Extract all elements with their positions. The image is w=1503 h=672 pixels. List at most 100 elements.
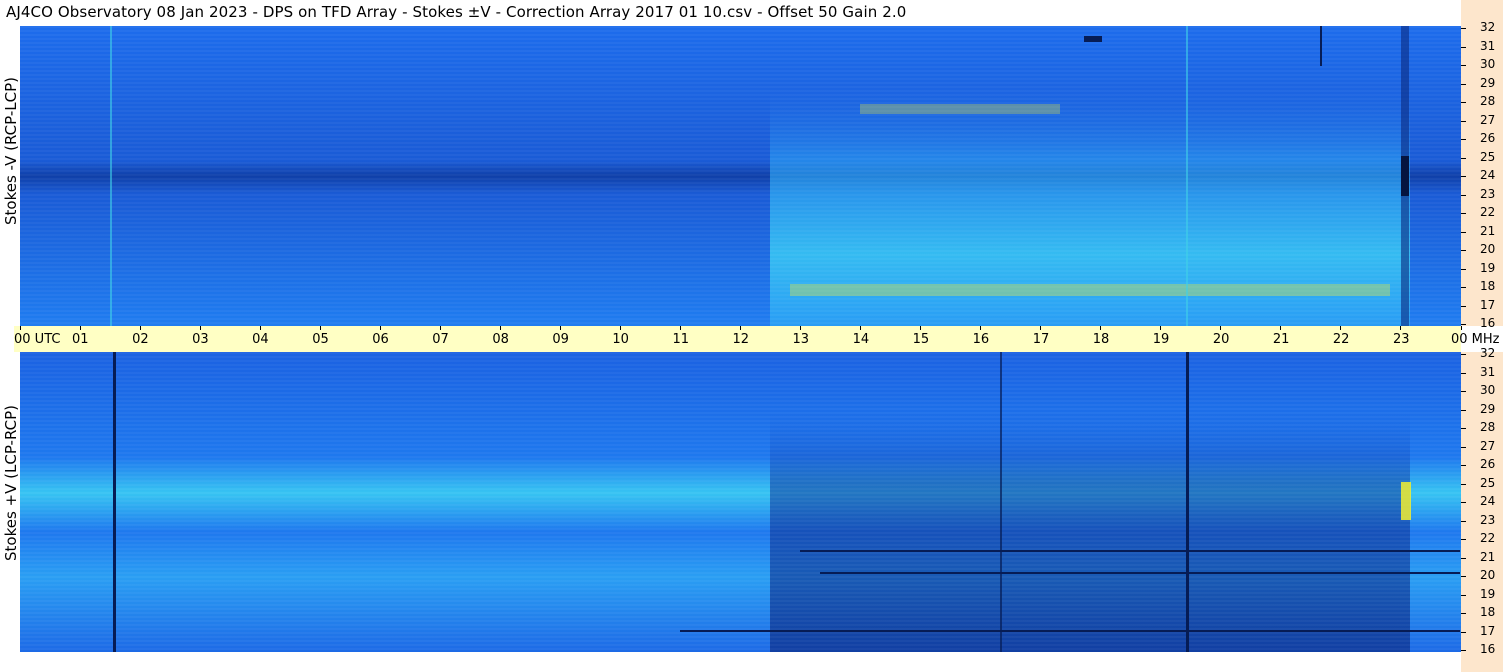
frequency-axis-tick — [1461, 483, 1466, 485]
frequency-axis-label: 25 — [1480, 475, 1496, 490]
frequency-axis-label: 32 — [1480, 20, 1496, 34]
frequency-axis-tick — [1461, 631, 1466, 633]
frequency-axis-label: 19 — [1480, 260, 1496, 275]
time-axis-label: 21 — [1272, 332, 1290, 347]
time-axis-tick — [1340, 326, 1342, 330]
spectrogram-top-panel — [20, 26, 1461, 326]
spectrogram-bottom-panel — [20, 352, 1461, 652]
frequency-axis-label: 16 — [1480, 316, 1496, 330]
frequency-axis-tick — [1461, 557, 1466, 559]
frequency-axis-tick — [1461, 268, 1466, 270]
frequency-axis-label: 21 — [1480, 223, 1496, 238]
frequency-axis-label: 31 — [1480, 364, 1496, 379]
time-axis-label: 22 — [1332, 332, 1350, 347]
frequency-axis-tick — [1461, 231, 1466, 233]
time-axis-label: 00 UTC — [14, 332, 61, 347]
frequency-axis-label: 16 — [1480, 642, 1496, 656]
time-axis-label: 01 — [72, 332, 89, 347]
frequency-axis-label: 26 — [1480, 457, 1496, 471]
time-axis-label: 04 — [252, 332, 269, 347]
time-axis-label: 23 — [1392, 332, 1410, 347]
frequency-axis-tick — [1461, 305, 1466, 307]
frequency-axis-tick — [1461, 46, 1466, 48]
frequency-axis-label: 23 — [1480, 186, 1496, 201]
frequency-axis-tick — [1461, 120, 1466, 122]
spectrogram-top-svg — [20, 26, 1461, 326]
frequency-axis-label: 24 — [1480, 168, 1496, 182]
top-panel-y-label: Stokes -V (RCP-LCP) — [2, 77, 20, 225]
frequency-axis-label: 19 — [1480, 586, 1496, 601]
time-axis-tick — [619, 326, 621, 330]
frequency-axis-tick — [1461, 324, 1466, 325]
time-axis-tick — [1400, 326, 1402, 330]
frequency-axis-label: 29 — [1480, 75, 1496, 90]
time-axis-label: 13 — [792, 332, 810, 347]
time-axis-label: 15 — [912, 332, 930, 347]
time-axis-label: 00 MHz — [1451, 332, 1500, 347]
frequency-axis-label: 32 — [1480, 346, 1496, 360]
time-axis-label: 20 — [1212, 332, 1230, 347]
time-axis-tick — [980, 326, 982, 330]
time-axis-label: 08 — [492, 332, 509, 347]
frequency-axis-label: 27 — [1480, 438, 1496, 453]
time-axis-tick — [259, 326, 261, 330]
time-axis-label: 07 — [432, 332, 449, 347]
time-axis-label: 06 — [372, 332, 389, 347]
frequency-axis-tick — [1461, 287, 1466, 288]
frequency-axis-label: 18 — [1480, 279, 1496, 293]
time-axis-tick — [139, 326, 141, 330]
frequency-axis-tick — [1461, 65, 1466, 66]
time-axis-label: 11 — [672, 332, 689, 347]
time-axis-label: 19 — [1152, 332, 1170, 347]
frequency-axis-label: 28 — [1480, 94, 1496, 108]
time-axis-tick — [1460, 326, 1462, 330]
frequency-axis-tick — [1461, 139, 1466, 140]
time-axis-tick — [1040, 326, 1042, 330]
frequency-axis-label: 22 — [1480, 531, 1496, 545]
frequency-axis-tick — [1461, 502, 1466, 503]
frequency-axis-tick — [1461, 650, 1466, 651]
frequency-axis-tick — [1461, 157, 1466, 159]
frequency-axis-label: 25 — [1480, 149, 1496, 164]
frequency-axis-tick — [1461, 409, 1466, 411]
bottom-panel-y-label: Stokes +V (LCP-RCP) — [2, 405, 20, 561]
frequency-axis-tick — [1461, 613, 1466, 614]
frequency-axis-tick — [1461, 102, 1466, 103]
frequency-axis-tick — [1461, 576, 1466, 577]
frequency-axis-label: 22 — [1480, 205, 1496, 219]
frequency-axis-bottom: 32 31 30 29 28 27 26 25 24 23 22 21 20 19 18 17 16 — [1461, 346, 1503, 672]
frequency-axis-tick — [1461, 539, 1466, 540]
time-axis-tick — [740, 326, 741, 330]
frequency-axis-tick — [1461, 446, 1466, 448]
frequency-axis-label: 26 — [1480, 131, 1496, 145]
frequency-axis-label: 20 — [1480, 568, 1496, 582]
frequency-axis-tick — [1461, 520, 1466, 522]
frequency-axis-label: 21 — [1480, 549, 1496, 564]
time-axis-tick — [379, 326, 381, 330]
time-axis-tick — [79, 326, 81, 330]
frequency-axis-tick — [1461, 28, 1466, 29]
time-axis-label: 10 — [612, 332, 629, 347]
frequency-axis-label: 20 — [1480, 242, 1496, 256]
frequency-axis-label: 17 — [1480, 297, 1496, 312]
time-axis-label: 03 — [192, 332, 209, 347]
time-axis-tick — [1100, 326, 1102, 330]
frequency-axis-label: 18 — [1480, 605, 1496, 619]
frequency-axis-label: 29 — [1480, 401, 1496, 416]
frequency-axis-label: 27 — [1480, 112, 1496, 127]
time-axis-tick — [800, 326, 802, 330]
time-axis-tick — [199, 326, 201, 330]
frequency-axis-tick — [1461, 354, 1466, 355]
frequency-axis-label: 17 — [1480, 623, 1496, 638]
time-axis-label: 05 — [312, 332, 329, 347]
time-axis-label: 12 — [732, 332, 750, 347]
time-axis-tick — [920, 326, 922, 330]
frequency-axis-tick — [1461, 428, 1466, 429]
frequency-axis-tick — [1461, 176, 1466, 177]
time-axis-label: 18 — [1092, 332, 1110, 347]
time-axis-tick — [679, 326, 681, 330]
time-axis: 00 UTC 01 02 03 04 05 06 07 08 09 10 11 12 13 14 15 16 17… — [14, 326, 1500, 352]
frequency-axis-tick — [1461, 250, 1466, 251]
time-axis-tick — [1160, 326, 1162, 330]
frequency-axis-label: 24 — [1480, 494, 1496, 508]
